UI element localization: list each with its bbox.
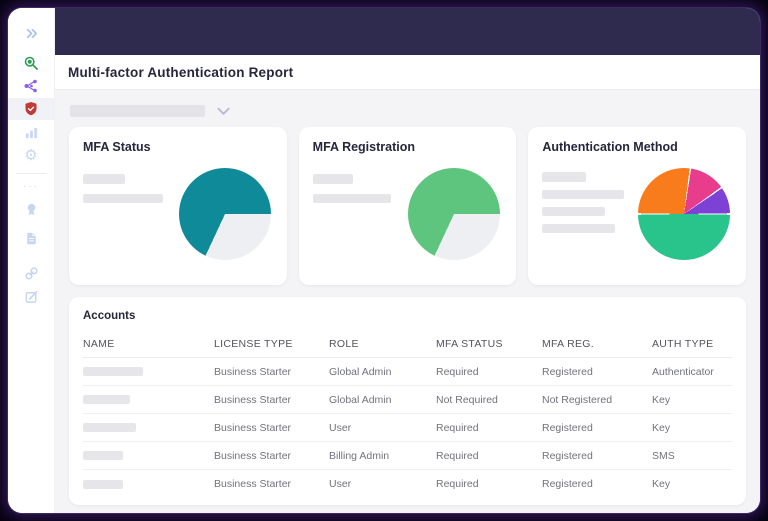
card-title: MFA Status [83, 140, 151, 154]
sidebar-item-reports[interactable] [8, 121, 54, 143]
mfa-status-pie-chart [178, 168, 271, 260]
column-header-mfa-reg: MFA REG. [542, 338, 594, 350]
column-header-mfa-status: MFA STATUS [436, 338, 503, 350]
mfa-status-card: MFA Status [69, 127, 287, 285]
sidebar-collapse-button[interactable] [8, 22, 54, 44]
report-content: MFA Status MFA Registration Authenticati… [55, 90, 760, 513]
search-icon [23, 55, 39, 71]
column-header-role: ROLE [329, 338, 359, 350]
accounts-title: Accounts [83, 310, 136, 322]
cell-role: Global Admin [329, 365, 392, 378]
title-bar: Multi-factor Authentication Report [55, 55, 760, 90]
authentication-method-pie-chart [638, 168, 731, 260]
sidebar-item-edit[interactable] [8, 285, 54, 307]
bar-chart-icon [24, 125, 39, 140]
legend-placeholders [542, 166, 625, 260]
sidebar-item-security-active[interactable] [8, 98, 54, 120]
legend-placeholder [542, 207, 606, 216]
table-row[interactable]: Business Starter Billing Admin Required … [83, 442, 732, 470]
table-row[interactable]: Business Starter User Required Registere… [83, 414, 732, 442]
shield-check-icon [23, 101, 39, 117]
cell-license: Business Starter [214, 365, 292, 378]
name-placeholder [83, 367, 143, 376]
sidebar-item-badge[interactable] [8, 198, 54, 220]
mfa-registration-pie-chart [408, 168, 501, 260]
column-header-name: NAME [83, 338, 115, 350]
table-header-row: NAME LICENSE TYPE ROLE MFA STATUS MFA RE… [83, 331, 732, 358]
sidebar-item-more[interactable]: ··· [8, 180, 54, 194]
sidebar-item-links[interactable] [8, 262, 54, 284]
legend-placeholders [83, 166, 163, 260]
sidebar-item-network[interactable] [8, 75, 54, 97]
authentication-method-card: Authentication Method [528, 127, 747, 285]
cell-license: Business Starter [214, 393, 292, 406]
legend-placeholder [312, 174, 353, 184]
name-placeholder [83, 423, 136, 432]
chart-cards-row: MFA Status MFA Registration Authenticati… [69, 127, 747, 285]
legend-placeholder [542, 172, 587, 182]
cell-mfa-reg: Registered [542, 421, 593, 434]
cell-mfa-status: Required [436, 365, 479, 378]
cell-role: User [329, 421, 352, 434]
sidebar: ⚙ ··· [8, 8, 55, 513]
legend-placeholder [542, 224, 616, 233]
gear-icon: ⚙ [24, 146, 38, 164]
edit-pencil-icon [24, 289, 39, 304]
network-nodes-icon [23, 78, 39, 94]
cell-auth-type: SMS [652, 449, 675, 462]
column-header-auth-type: AUTH TYPE [652, 338, 714, 350]
cell-mfa-reg: Registered [542, 449, 593, 462]
column-header-license-type: LICENSE TYPE [214, 338, 293, 350]
accounts-card: Accounts NAME LICENSE TYPE ROLE MFA STAT… [69, 297, 746, 505]
legend-placeholders [312, 166, 391, 260]
filter-value-placeholder [70, 105, 205, 117]
card-title: Authentication Method [542, 140, 678, 154]
link-icon [24, 266, 39, 281]
name-placeholder [83, 451, 123, 460]
cell-mfa-reg: Registered [542, 365, 593, 378]
cell-mfa-status: Required [436, 449, 479, 462]
sidebar-divider [15, 173, 47, 174]
sidebar-item-settings[interactable]: ⚙ [8, 144, 54, 166]
cell-license: Business Starter [214, 421, 292, 434]
cell-auth-type: Key [652, 421, 671, 434]
cell-role: User [329, 478, 352, 490]
legend-placeholder [312, 194, 391, 203]
sidebar-item-search[interactable] [8, 52, 54, 74]
cell-role: Billing Admin [329, 449, 390, 462]
table-row[interactable]: Business Starter Global Admin Not Requir… [83, 386, 732, 414]
cell-mfa-status: Required [436, 421, 479, 434]
name-placeholder [83, 395, 130, 404]
legend-placeholder [83, 174, 125, 184]
card-title: MFA Registration [312, 140, 415, 154]
main-area: Multi-factor Authentication Report MFA S… [55, 8, 760, 513]
app-window: ⚙ ··· Multi-factor Authentication Report… [8, 8, 760, 513]
page-title: Multi-factor Authentication Report [68, 64, 294, 80]
table-row[interactable]: Business Starter User Required Registere… [83, 470, 732, 498]
cell-mfa-reg: Registered [542, 478, 593, 490]
cell-license: Business Starter [214, 449, 292, 462]
cell-auth-type: Authenticator [652, 365, 714, 378]
table-row[interactable]: Business Starter Global Admin Required R… [83, 358, 732, 386]
top-navigation-bar [55, 8, 760, 55]
report-filter-dropdown[interactable] [70, 105, 240, 117]
cell-auth-type: Key [652, 393, 671, 406]
mfa-registration-card: MFA Registration [298, 127, 517, 285]
cell-license: Business Starter [214, 478, 292, 490]
cell-mfa-status: Not Required [436, 393, 498, 406]
cell-mfa-reg: Not Registered [542, 393, 613, 406]
name-placeholder [83, 479, 123, 489]
sidebar-item-documents[interactable] [8, 227, 54, 249]
legend-placeholder [83, 194, 163, 203]
document-icon [24, 231, 39, 246]
cell-mfa-status: Required [436, 478, 479, 490]
badge-award-icon [24, 202, 39, 217]
cell-role: Global Admin [329, 393, 392, 406]
chevron-down-icon [217, 107, 230, 116]
chevrons-right-icon [24, 26, 39, 41]
legend-placeholder [542, 190, 625, 199]
cell-auth-type: Key [652, 478, 671, 490]
